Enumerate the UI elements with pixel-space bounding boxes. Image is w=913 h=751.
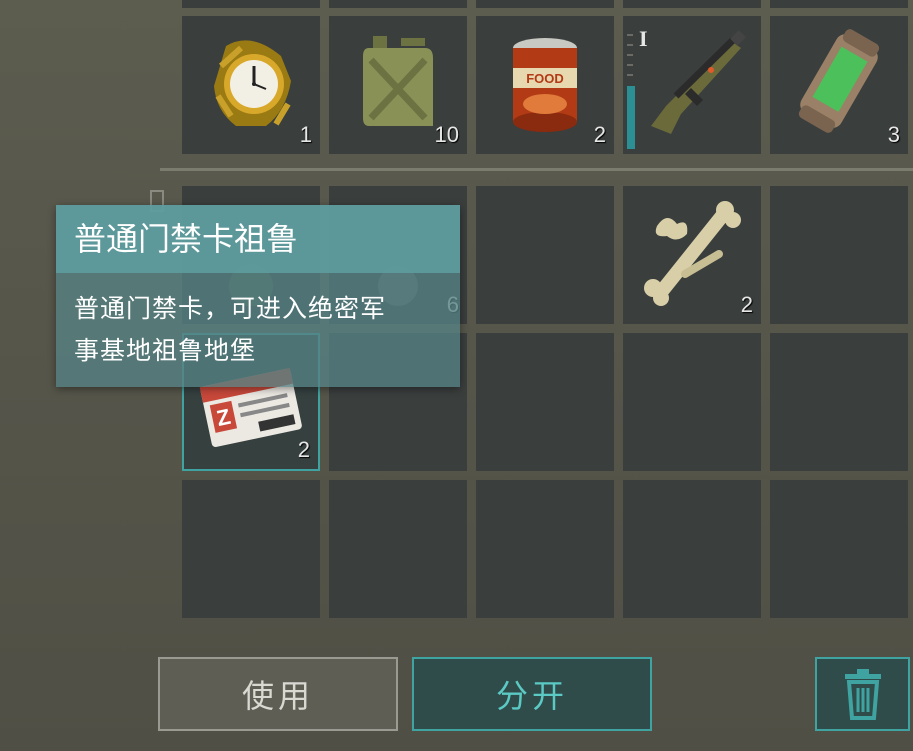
tooltip-description-line: 普通门禁卡，可进入绝密军 — [74, 294, 387, 323]
item-count: 10 — [434, 122, 459, 147]
tooltip-title: 普通门禁卡祖鲁 — [56, 205, 460, 273]
inventory-slot-jerrycan[interactable]: 10 — [329, 16, 467, 154]
split-button[interactable]: 分开 — [412, 657, 652, 731]
inventory-slot-empty[interactable] — [770, 333, 908, 471]
inventory-slot-empty[interactable] — [770, 480, 908, 618]
inventory-slot-empty[interactable] — [476, 333, 614, 471]
inventory-slot-energy[interactable]: 3 — [770, 16, 908, 154]
inventory-slot-empty[interactable] — [623, 333, 761, 471]
item-tooltip: 普通门禁卡祖鲁 普通门禁卡，可进入绝密军 事基地祖鲁地堡 — [56, 205, 460, 387]
inventory-slot-empty[interactable] — [623, 480, 761, 618]
inventory-slot-empty[interactable] — [329, 480, 467, 618]
inventory-slot-empty[interactable] — [476, 480, 614, 618]
tooltip-description: 普通门禁卡，可进入绝密军 事基地祖鲁地堡 — [56, 273, 460, 387]
item-count: 3 — [887, 122, 900, 147]
inventory-slot-empty[interactable] — [182, 480, 320, 618]
durability-gauge — [625, 34, 635, 149]
inventory-slot-partial[interactable] — [329, 0, 467, 8]
rifle-icon — [651, 30, 746, 134]
food-label: FOOD — [526, 71, 564, 86]
energy-canister-icon — [798, 29, 880, 133]
section-divider — [160, 168, 913, 171]
bones-icon — [644, 201, 741, 306]
trash-button[interactable] — [815, 657, 910, 731]
item-count: 2 — [740, 292, 753, 317]
item-count: 2 — [593, 122, 606, 147]
wristwatch-icon — [214, 40, 291, 126]
inventory-slot-partial[interactable] — [770, 0, 908, 8]
inventory-slot-empty[interactable] — [770, 186, 908, 324]
inventory-slot-partial[interactable] — [182, 0, 320, 8]
item-count: 1 — [299, 122, 312, 147]
inventory-slot-partial[interactable] — [476, 0, 614, 8]
durability-bar — [627, 86, 635, 149]
canned-food-icon: FOOD — [513, 38, 577, 132]
jerry-can-icon — [363, 36, 433, 126]
inventory-slot-bones[interactable]: 2 — [623, 186, 761, 324]
tooltip-description-line: 事基地祖鲁地堡 — [74, 336, 257, 365]
item-count: 2 — [297, 437, 310, 462]
trash-icon — [844, 669, 881, 720]
inventory-slot-empty[interactable] — [476, 186, 614, 324]
inventory-slot-partial[interactable] — [623, 0, 761, 8]
inventory-screen: 1 10 FOOD 2 I 3 2 Z 2 普通门禁卡祖鲁 普通门禁卡，可进入绝… — [0, 0, 913, 751]
inventory-slot-watch[interactable]: 1 — [182, 16, 320, 154]
use-button[interactable]: 使用 — [158, 657, 398, 731]
inventory-slot-canned-food[interactable]: FOOD 2 — [476, 16, 614, 154]
inventory-slot-rifle[interactable]: I — [623, 16, 761, 154]
